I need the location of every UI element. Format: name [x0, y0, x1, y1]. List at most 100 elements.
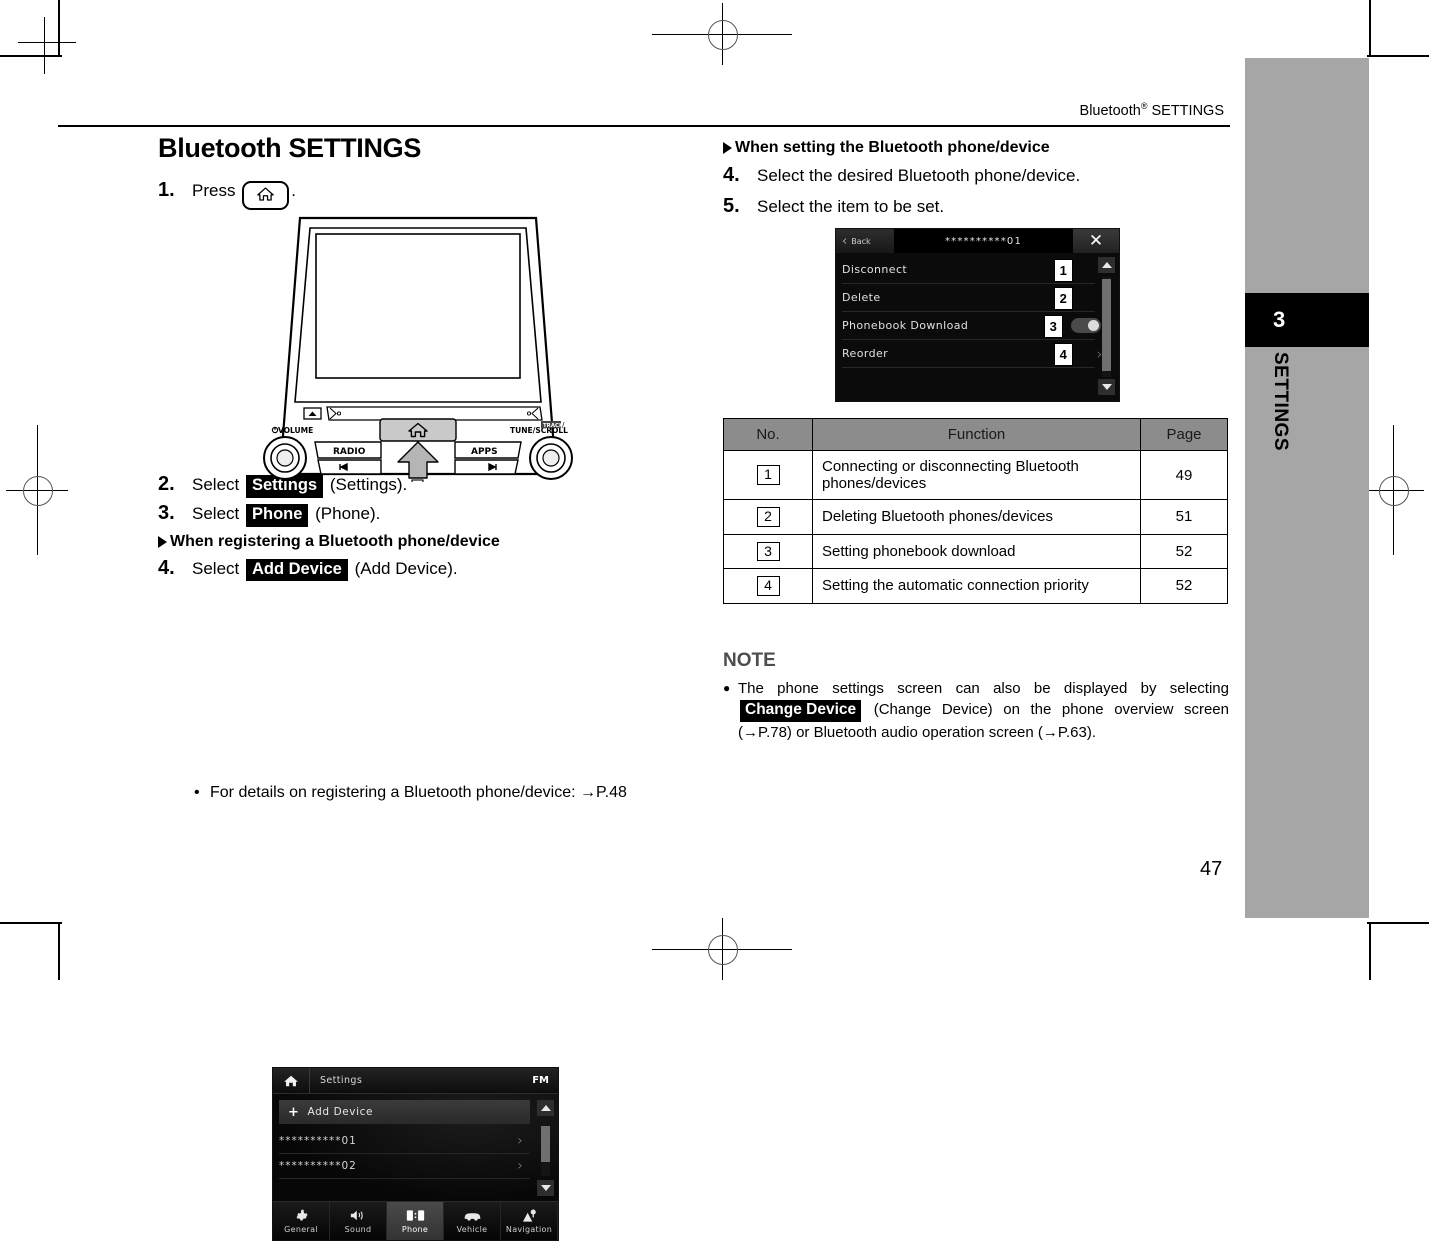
callout-number-box: 1 [756, 465, 780, 485]
crop-mark-bl-v [58, 922, 60, 980]
note-text: The phone settings screen can also be di… [738, 678, 1229, 743]
callout-number-box: 2 [756, 507, 780, 527]
row-1-page: 49 [1140, 450, 1228, 500]
row-1-function: Connecting or disconnecting Bluetooth ph… [812, 450, 1141, 500]
add-device-row[interactable]: + Add Device [279, 1100, 530, 1125]
col-header-no: No. [723, 418, 813, 451]
tab-vehicle[interactable]: Vehicle [444, 1202, 501, 1241]
callout-1: 1 [1054, 259, 1073, 282]
back-button[interactable]: ‹ Back [836, 229, 894, 253]
table-row: 4 Setting the automatic connection prior… [723, 568, 1228, 604]
note-item: ● The phone settings screen can also be … [723, 678, 1229, 743]
add-device-label: Add Device [307, 1106, 374, 1119]
tab-general[interactable]: General [273, 1202, 330, 1241]
plus-icon: + [288, 1104, 300, 1120]
note-heading: NOTE [723, 650, 776, 671]
svg-text:RADIO: RADIO [333, 447, 366, 457]
subhead-registering: When registering a Bluetooth phone/devic… [158, 533, 678, 551]
manual-page: 3 SETTINGS Bluetooth® SETTINGS Bluetooth… [0, 0, 1429, 1241]
tab-navigation[interactable]: Navigation [501, 1202, 558, 1241]
page-title: Bluetooth SETTINGS [158, 133, 422, 163]
step-3: 3. Select Phone (Phone). [158, 501, 678, 527]
table-row: 2 Deleting Bluetooth phones/devices 51 [723, 499, 1228, 535]
gear-icon [294, 1208, 308, 1223]
tab-sound[interactable]: Sound [330, 1202, 387, 1241]
detail-bullet-text: For details on registering a Bluetooth p… [210, 784, 627, 802]
step-4-left-number: 4. [158, 556, 175, 579]
running-head: Bluetooth® SETTINGS [1079, 101, 1224, 119]
tab-general-label: General [284, 1225, 318, 1235]
chevron-right-icon: › [517, 1157, 524, 1174]
tab-phone-label: Phone [401, 1225, 429, 1235]
option-row-delete[interactable]: Delete 2 [842, 284, 1095, 312]
settings-scrollbar[interactable] [537, 1100, 554, 1197]
screen-home-button[interactable] [273, 1068, 310, 1094]
add-device-key[interactable]: Add Device [245, 558, 348, 582]
scroll-thumb[interactable] [1102, 279, 1111, 371]
subhead-registering-text: When registering a Bluetooth phone/devic… [170, 532, 500, 550]
registration-mark-left [6, 425, 68, 555]
step-4-right-number: 4. [723, 164, 740, 186]
speaker-icon [350, 1208, 367, 1223]
crop-mark-tl-h [0, 55, 62, 57]
svg-text:TRACK: TRACK [543, 423, 564, 429]
step-1-after: . [291, 181, 296, 200]
device-screen-titlebar: ‹ Back **********01 ✕ [836, 229, 1119, 253]
phone-devices-icon [406, 1208, 425, 1223]
settings-screen[interactable]: Settings FM + Add Device **********01 › … [272, 1067, 559, 1241]
callout-number-box: 4 [756, 576, 780, 596]
scroll-up-button[interactable] [537, 1100, 554, 1117]
svg-text:N: N [414, 481, 420, 482]
home-hardware-key[interactable] [242, 181, 290, 211]
chapter-number-box: 3 [1245, 293, 1369, 347]
option-row-phonebook-download[interactable]: Phonebook Download 3 [842, 312, 1101, 340]
car-icon [463, 1208, 482, 1223]
device-scrollbar[interactable] [1098, 257, 1115, 395]
device-row-2-label: **********02 [279, 1159, 357, 1172]
option-row-reorder[interactable]: Reorder › 4 [842, 340, 1103, 368]
crop-mark-tl-v [58, 0, 60, 57]
tab-vehicle-label: Vehicle [456, 1225, 488, 1235]
settings-tabbar: General Sound Phone Vehicle Navigation [273, 1201, 558, 1241]
row-4-page: 52 [1140, 568, 1228, 604]
step-3-before: Select [192, 503, 240, 523]
device-screen-body: Disconnect 1 Delete 2 Phonebook Download… [836, 253, 1119, 401]
step-4-left-text: Select Add Device (Add Device). [192, 556, 458, 582]
tab-phone[interactable]: Phone [387, 1202, 444, 1241]
device-settings-screen[interactable]: ‹ Back **********01 ✕ Disconnect 1 Delet… [835, 228, 1120, 402]
device-screen-title: **********01 [944, 235, 1023, 247]
change-device-key[interactable]: Change Device [740, 700, 862, 722]
scroll-up-button[interactable] [1098, 257, 1115, 273]
row-2-no: 2 [723, 499, 813, 535]
head-unit-illustration: VOLUME TUNE/SCROLL TRACK / RADIO APPS [158, 214, 678, 490]
settings-screen-title: Settings [320, 1075, 363, 1087]
scroll-down-button[interactable] [1098, 379, 1115, 395]
row-1-no: 1 [723, 450, 813, 500]
option-row-disconnect[interactable]: Disconnect 1 [842, 256, 1095, 284]
scroll-thumb[interactable] [541, 1126, 550, 1163]
option-disconnect-label: Disconnect [842, 263, 908, 276]
row-2-function: Deleting Bluetooth phones/devices [812, 499, 1141, 535]
triangle-bullet-icon [158, 535, 167, 548]
callout-number-box: 3 [756, 541, 780, 561]
chapter-number: 3 [1273, 307, 1286, 332]
device-row-1[interactable]: **********01 › [279, 1128, 530, 1155]
phone-key[interactable]: Phone [245, 503, 309, 527]
close-icon[interactable]: ✕ [1073, 229, 1119, 253]
phonebook-download-toggle[interactable] [1071, 318, 1101, 333]
settings-screen-figure: Settings FM + Add Device **********01 › … [158, 584, 678, 1241]
device-row-2[interactable]: **********02 › [279, 1153, 530, 1180]
step-4-left-after: (Add Device). [354, 558, 458, 578]
step-5-right-number: 5. [723, 195, 740, 217]
row-4-no: 4 [723, 568, 813, 604]
step-1: 1. Press . [158, 178, 678, 211]
row-3-function: Setting phonebook download [812, 533, 1141, 569]
row-4-function: Setting the automatic connection priorit… [812, 568, 1141, 604]
function-table: No. Function Page 1 Connecting or discon… [723, 418, 1228, 604]
header-rule [58, 125, 1230, 128]
back-button-label: Back [851, 236, 871, 246]
step-3-after: (Phone). [315, 503, 381, 523]
registration-mark-right [1362, 425, 1424, 555]
home-icon [257, 187, 274, 201]
scroll-down-button[interactable] [537, 1180, 554, 1197]
